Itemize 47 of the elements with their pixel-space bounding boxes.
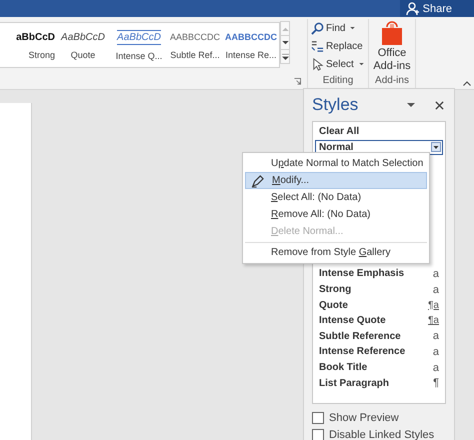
menu-item[interactable]: Remove from Style Gallery: [245, 242, 427, 261]
style-list-item[interactable]: Book Title a: [319, 360, 439, 376]
pen-icon: [251, 175, 264, 188]
style-gallery-item[interactable]: AABBCCDC Subtle Ref...: [167, 23, 223, 67]
scroll-down-button[interactable]: [280, 35, 290, 50]
style-list-item[interactable]: Intense Quote ¶a: [319, 312, 439, 329]
collapse-ribbon-icon[interactable]: [463, 81, 471, 86]
ribbon-command[interactable]: Replace: [311, 37, 363, 55]
style-list-item[interactable]: List Paragraph ¶: [319, 375, 439, 391]
menu-item[interactable]: Remove All: (No Data): [245, 206, 427, 223]
style-list-item[interactable]: Clear All: [319, 124, 439, 140]
ribbon-command[interactable]: Select: [311, 55, 364, 73]
dialog-launcher-icon[interactable]: [294, 78, 301, 85]
pane-title: Styles: [312, 95, 360, 115]
style-list-item[interactable]: Strong a: [319, 282, 439, 298]
style-list-item[interactable]: Subtle Reference a: [319, 328, 439, 344]
cursor-icon: [311, 58, 324, 70]
pane-options-icon[interactable]: [407, 102, 415, 108]
dropdown-button[interactable]: [431, 142, 441, 152]
ribbon-command[interactable]: Find: [311, 19, 356, 37]
option-checkbox[interactable]: Show Preview: [312, 410, 446, 425]
caret-icon: [358, 62, 364, 66]
option-checkbox[interactable]: Disable Linked Styles: [312, 427, 446, 440]
menu-item[interactable]: Select All: (No Data): [245, 189, 427, 206]
style-list-item[interactable]: Quote ¶a: [319, 297, 439, 313]
caret-icon: [350, 26, 356, 30]
search-icon: [311, 22, 324, 34]
menu-item[interactable]: Update Normal to Match Selection: [245, 155, 427, 172]
style-gallery-item[interactable]: aBbCcD Strong: [0, 23, 55, 67]
person-add-icon: [406, 2, 420, 16]
up-arrow-icon: [282, 26, 288, 30]
style-list-item[interactable]: Intense Emphasis a: [319, 266, 439, 282]
more-button[interactable]: [280, 49, 290, 64]
style-list-item[interactable]: Intense Reference a: [319, 344, 439, 360]
shopping-bag-icon: [380, 21, 403, 45]
style-gallery-item[interactable]: AABBCCDC Intense Re...: [223, 23, 279, 67]
down-arrow-icon: [282, 40, 288, 44]
close-icon[interactable]: [435, 100, 444, 110]
style-gallery-item[interactable]: AaBbCcD Quote: [55, 23, 111, 67]
style-gallery-item[interactable]: AaBbCcD Intense Q...: [111, 23, 167, 67]
share-button[interactable]: Share: [400, 0, 474, 17]
replace-icon: [311, 40, 324, 52]
office-add-ins-button[interactable]: Office Add-ins: [373, 19, 411, 74]
menu-item[interactable]: Modify...: [245, 172, 427, 189]
expand-gallery-icon: [282, 54, 288, 60]
group-label: Add-ins: [375, 74, 409, 88]
group-label: Editing: [322, 74, 354, 88]
